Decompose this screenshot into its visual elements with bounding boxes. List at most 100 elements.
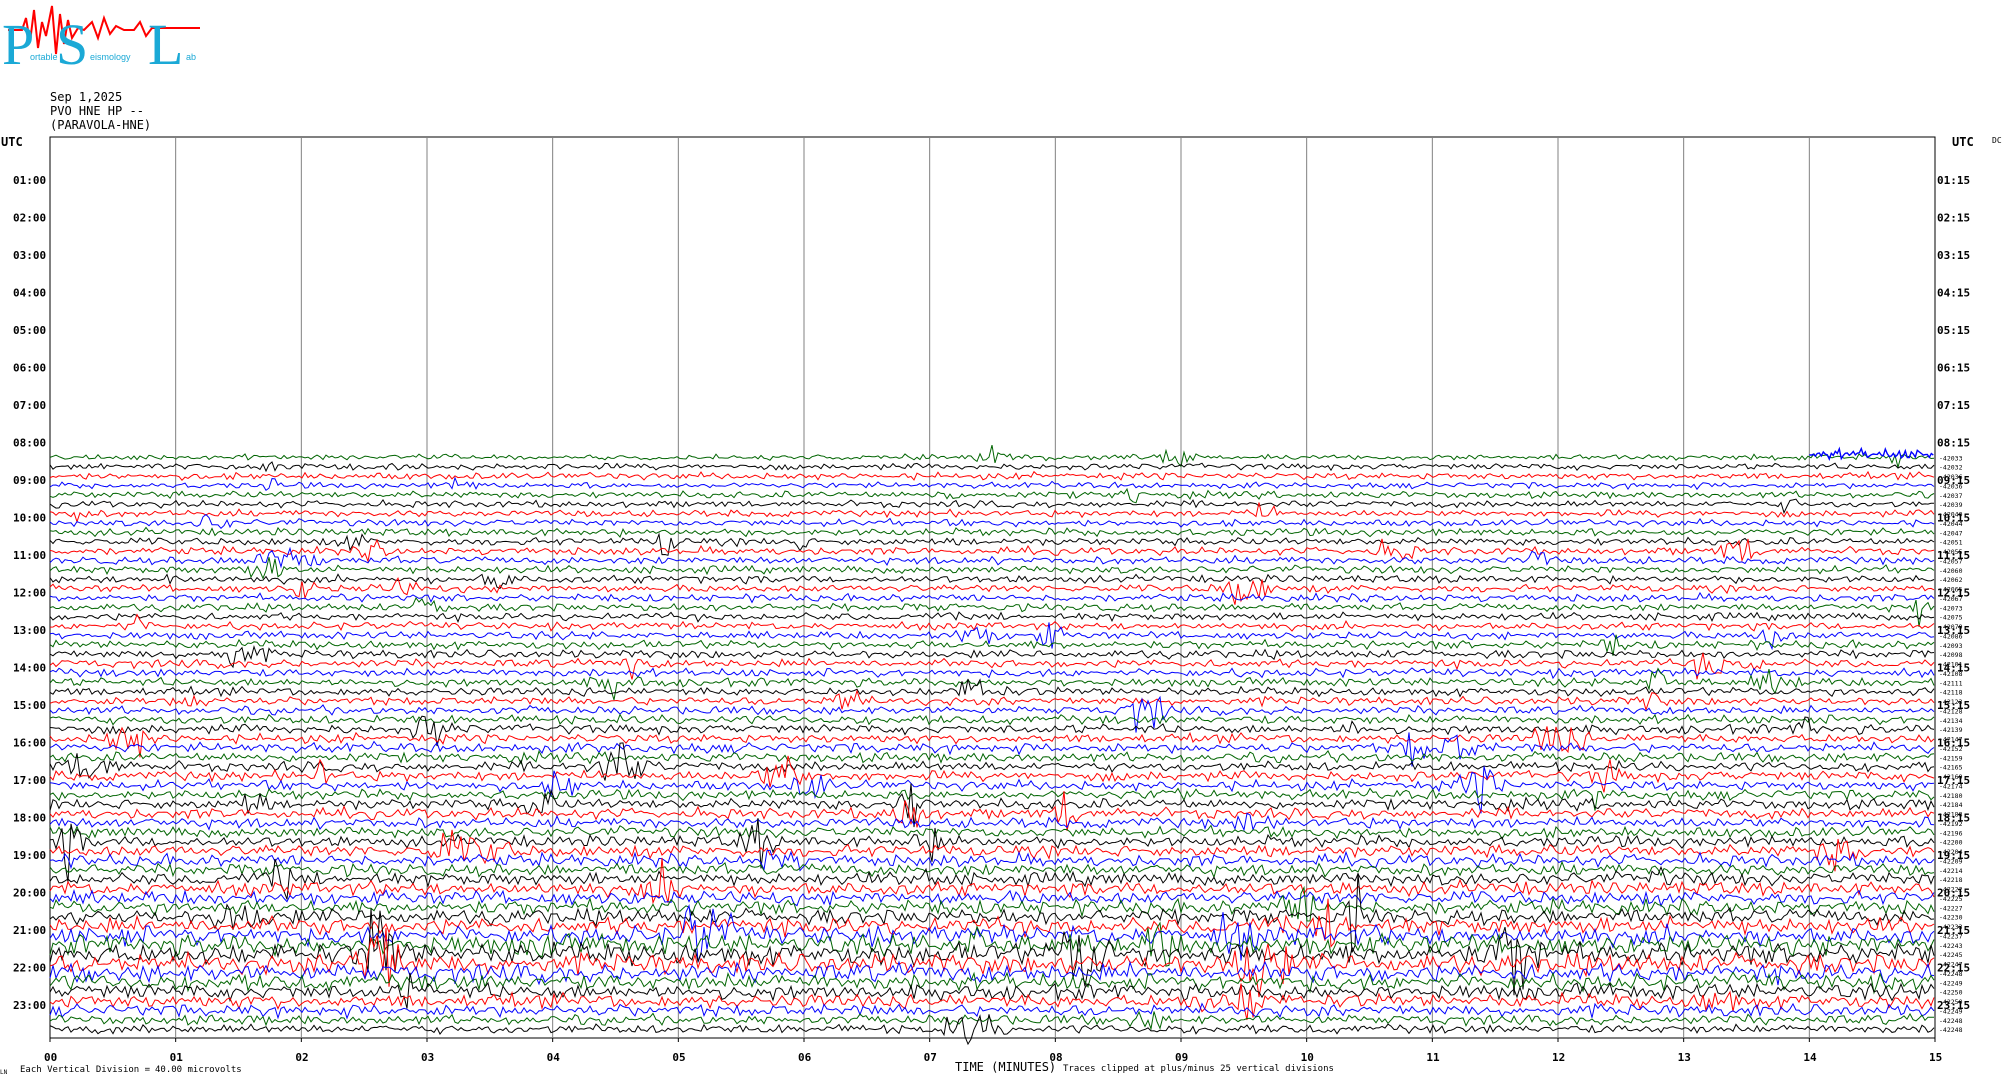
hour-label-left: 01:00: [13, 174, 46, 187]
hour-label-left: 15:00: [13, 699, 46, 712]
dc-offset-label: -42159: [1939, 754, 1963, 762]
minute-tick-label: 05: [672, 1051, 685, 1064]
dc-offset-label: -42225: [1939, 895, 1963, 903]
dc-offset-label: -42204: [1939, 848, 1963, 856]
division-value: 40.00 microvolts: [155, 1065, 242, 1075]
hour-label-right: 05:15: [1937, 324, 1970, 337]
dc-offset-label: -42101: [1939, 661, 1963, 669]
hour-label-left: 18:00: [13, 812, 46, 825]
station-code: PVO HNE HP --: [50, 104, 144, 118]
dc-offset-label: -42060: [1939, 567, 1963, 575]
hour-label-left: 23:00: [13, 999, 46, 1012]
dc-offset-label: -42086: [1939, 632, 1963, 640]
hour-label-left: 17:00: [13, 774, 46, 787]
dc-offset-label: -42037: [1939, 492, 1963, 500]
dc-offset-label: -42040: [1939, 511, 1963, 519]
minute-tick-label: 06: [798, 1051, 812, 1064]
hour-label-left: 07:00: [13, 399, 46, 412]
dc-offset-label: -42073: [1939, 604, 1963, 612]
minute-tick-label: 14: [1803, 1051, 1817, 1064]
dc-offset-label: -42108: [1939, 670, 1963, 678]
minute-tick-label: 12: [1552, 1051, 1565, 1064]
hour-label-left: 10:00: [13, 512, 46, 525]
dc-offset-label: -42062: [1939, 576, 1963, 584]
logo-letter-l: L: [148, 12, 183, 77]
dc-offset-label: -42200: [1939, 839, 1963, 847]
dc-offset-label: -42250: [1939, 998, 1963, 1006]
hour-label-left: 02:00: [13, 212, 46, 225]
dc-offset-label: -42233: [1939, 923, 1963, 931]
dc-offset-label: -42039: [1939, 501, 1963, 509]
minute-tick-label: 09: [1175, 1051, 1188, 1064]
dc-offset-label: -42079: [1939, 623, 1963, 631]
division-text: Each Vertical Division =: [20, 1065, 151, 1075]
record-date: Sep 1,2025: [50, 90, 122, 104]
dc-offset-label: -42055: [1939, 548, 1963, 556]
dc-offset-label: -42192: [1939, 820, 1963, 828]
hour-label-left: 12:00: [13, 587, 46, 600]
minute-tick-label: 11: [1426, 1051, 1440, 1064]
dc-offset-label: -42067: [1939, 595, 1963, 603]
dc-offset-label: -42152: [1939, 745, 1963, 753]
dc-offset-label: -42218: [1939, 876, 1963, 884]
dc-offset-label: -42147: [1939, 736, 1963, 744]
dc-offset-label: -42250: [1939, 989, 1963, 997]
hour-label-left: 13:00: [13, 624, 46, 637]
hour-label-left: 16:00: [13, 737, 46, 750]
clip-note: Traces clipped at plus/minus 25 vertical…: [1063, 1064, 1334, 1074]
dc-offset-label: -42188: [1939, 811, 1963, 819]
hour-label-right: 03:15: [1937, 249, 1970, 262]
hour-label-left: 22:00: [13, 962, 46, 975]
dc-offset-label: -42033: [1939, 454, 1963, 462]
dc-offset-label: -42169: [1939, 773, 1963, 781]
dc-offset-label: -42222: [1939, 886, 1963, 894]
dc-offset-label: -42245: [1939, 951, 1963, 959]
dc-offset-label: -42134: [1939, 717, 1963, 725]
minute-tick-label: 02: [295, 1051, 308, 1064]
hour-label-right: 07:15: [1937, 399, 1970, 412]
dc-offset-label: -42111: [1939, 679, 1963, 687]
dc-offset-label: -42118: [1939, 689, 1963, 697]
dc-offset-label: -42230: [1939, 914, 1963, 922]
hour-label-left: 03:00: [13, 249, 46, 262]
dc-offset-label: -42128: [1939, 707, 1963, 715]
minute-tick-label: 07: [924, 1051, 937, 1064]
dc-offset-label: -42051: [1939, 539, 1963, 547]
dc-offset-label: -42098: [1939, 651, 1963, 659]
dc-offset-label: -42248: [1939, 1026, 1963, 1034]
hour-label-left: 20:00: [13, 887, 46, 900]
logo-letter-s: S: [56, 12, 88, 77]
dc-offset-label: -42247: [1939, 961, 1963, 969]
x-axis-title: TIME (MINUTES): [955, 1060, 1056, 1074]
helicorder-plot: P S L ortable eismology ab Sep 1,2025 PV…: [0, 0, 2010, 1080]
hour-label-left: 19:00: [13, 849, 46, 862]
dc-offset-label: -42139: [1939, 726, 1963, 734]
hour-label-right: 02:15: [1937, 212, 1970, 225]
dc-offset-label: -42237: [1939, 932, 1963, 940]
dc-offset-label: -42044: [1939, 520, 1963, 528]
dc-offset-label: -42047: [1939, 529, 1963, 537]
logo-letter-p: P: [2, 12, 34, 77]
hour-label-right: 08:15: [1937, 437, 1970, 450]
dc-offset-labels: -42033-42032-42036-42036-42037-42039-420…: [1939, 454, 1963, 1034]
dc-offset-label: -42165: [1939, 764, 1963, 772]
minute-tick-label: 01: [170, 1051, 184, 1064]
corner-mark: LN: [0, 1069, 8, 1076]
minute-tick-label: 15: [1929, 1051, 1942, 1064]
dc-offset-label: -42248: [1939, 970, 1963, 978]
hour-label-left: 21:00: [13, 924, 46, 937]
minute-tick-label: 03: [421, 1051, 434, 1064]
hour-label-left: 14:00: [13, 662, 46, 675]
dc-offset-label: -42243: [1939, 942, 1963, 950]
utc-label-left: UTC: [1, 135, 23, 149]
dc-offset-label: -42249: [1939, 1007, 1963, 1015]
dc-offset-label: -42075: [1939, 614, 1963, 622]
hour-label-left: 04:00: [13, 287, 46, 300]
dc-offset-label: -42065: [1939, 586, 1963, 594]
minute-tick-label: 04: [547, 1051, 561, 1064]
hour-label-left: 06:00: [13, 362, 46, 375]
hour-label-left: 05:00: [13, 324, 46, 337]
dc-offset-label: -42174: [1939, 782, 1963, 790]
dc-offset-label: -42227: [1939, 904, 1963, 912]
logo-text-eismology: eismology: [90, 52, 131, 62]
